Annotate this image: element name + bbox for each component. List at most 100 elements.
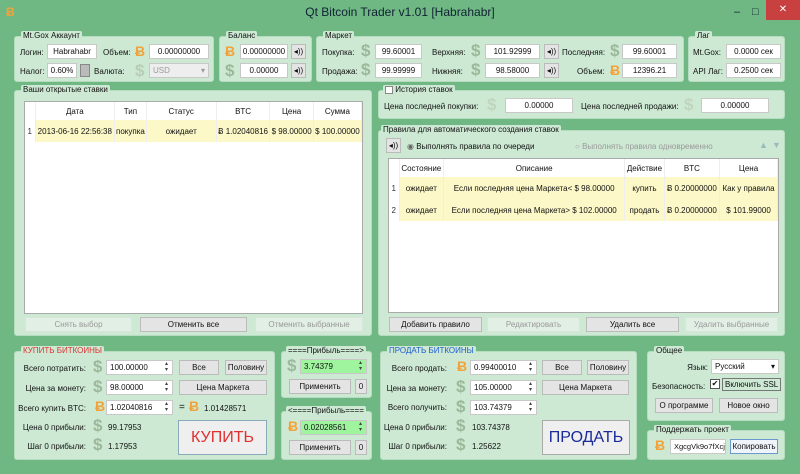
speaker-icon[interactable]: ◂)) xyxy=(291,44,306,59)
market-low-field[interactable]: 98.58000 xyxy=(485,63,540,78)
speaker-icon[interactable]: ◂)) xyxy=(544,44,559,59)
buy-market-price-button[interactable]: Цена Маркета xyxy=(179,380,267,395)
profit1-field[interactable]: 3.74379 ▴ ▾ xyxy=(300,359,367,374)
column-header[interactable]: Состояние xyxy=(399,159,445,177)
column-header[interactable]: Статус xyxy=(146,102,217,120)
sell-half-button[interactable]: Половину xyxy=(587,360,629,375)
column-header[interactable]: BTC xyxy=(664,159,721,177)
speaker-icon[interactable]: ◂)) xyxy=(544,63,559,78)
api-lag-field[interactable]: 0.2500 сек xyxy=(726,63,781,78)
history-checkbox-label[interactable]: История ставок xyxy=(383,85,455,94)
login-field[interactable]: Habrahabr xyxy=(47,44,97,59)
profit2-count-button[interactable]: 0 xyxy=(355,440,367,455)
spinner-icon[interactable]: ▴ ▾ xyxy=(162,361,171,374)
market-buy-field[interactable]: 99.60001 xyxy=(375,44,422,59)
spinner-icon[interactable]: ▴ ▾ xyxy=(356,421,365,434)
close-button[interactable]: ✕ xyxy=(766,0,800,20)
maximize-button[interactable]: □ xyxy=(752,0,759,24)
spinner-icon[interactable]: ▴ ▾ xyxy=(356,360,365,373)
copy-button[interactable]: Копировать xyxy=(730,439,778,454)
spinner-icon[interactable]: ▴ ▾ xyxy=(526,381,535,394)
buy-zero-step-label: Шаг 0 прибыли: xyxy=(27,442,86,451)
cancel-all-button[interactable]: Отменить все xyxy=(140,317,247,332)
profit2-apply-button[interactable]: Применить xyxy=(289,440,351,455)
parallel-radio[interactable]: ○ Выполнять правила одновременно xyxy=(575,142,713,151)
buy-button[interactable]: КУПИТЬ xyxy=(178,420,267,455)
sell-total-field[interactable]: 0.99400010 ▴ ▾ xyxy=(470,360,537,375)
delete-selected-rules-button[interactable]: Удалить выбранные xyxy=(685,317,778,332)
edit-rule-button[interactable]: Редактировать xyxy=(487,317,580,332)
column-header[interactable]: Описание xyxy=(443,159,626,177)
minimize-button[interactable]: – xyxy=(734,0,740,24)
ssl-label[interactable]: Включить SSL xyxy=(722,378,782,391)
profit1-count-button[interactable]: 0 xyxy=(355,379,367,394)
calculator-icon[interactable] xyxy=(80,64,90,77)
delete-all-rules-button[interactable]: Удалить все xyxy=(586,317,679,332)
move-down-icon[interactable]: ▼ xyxy=(772,140,781,150)
move-up-icon[interactable]: ▲ xyxy=(759,140,768,150)
column-header[interactable]: BTC xyxy=(216,102,271,120)
language-select[interactable]: Русский ▾ xyxy=(711,359,779,374)
sell-market-price-button[interactable]: Цена Маркета xyxy=(542,380,629,395)
buy-all-button[interactable]: Все xyxy=(179,360,219,375)
sell-button[interactable]: ПРОДАТЬ xyxy=(542,420,630,455)
sell-zero-price-label: Цена 0 прибыли: xyxy=(383,423,447,432)
order-sum: $ 100.00000 xyxy=(313,120,363,142)
last-buy-field[interactable]: 0.00000 xyxy=(505,98,573,113)
cancel-selected-button[interactable]: Отменить выбранные xyxy=(255,317,363,332)
fee-field[interactable]: 0.60% xyxy=(47,63,77,78)
column-header[interactable]: Дата xyxy=(35,102,116,120)
security-label: Безопасность: xyxy=(652,382,706,391)
buy-zero-price: 99.17953 xyxy=(108,423,142,432)
market-high-field[interactable]: 101.92999 xyxy=(485,44,540,59)
last-sell-field[interactable]: 0.00000 xyxy=(701,98,769,113)
spinner-icon[interactable]: ▴ ▾ xyxy=(162,381,171,394)
spinner-icon[interactable]: ▴ ▾ xyxy=(526,401,535,414)
add-rule-button[interactable]: Добавить правило xyxy=(389,317,482,332)
speaker-icon[interactable]: ◂)) xyxy=(386,138,401,153)
balance-group: Баланс Ƀ 0.00000000 ◂)) $ 0.00000 ◂)) xyxy=(219,31,312,82)
profit1-apply-button[interactable]: Применить xyxy=(289,379,351,394)
buy-btc-field[interactable]: 1.02040816 ▴ ▾ xyxy=(106,400,173,415)
history-checkbox[interactable] xyxy=(385,85,393,94)
mtgox-lag-field[interactable]: 0.0000 сек xyxy=(726,44,781,59)
buy-price-field[interactable]: 98.00000 ▴ ▾ xyxy=(106,380,173,395)
rule-btc: Ƀ 0.20000000 xyxy=(664,177,721,199)
sell-price-field[interactable]: 105.00000 ▴ ▾ xyxy=(470,380,537,395)
market-volume-field[interactable]: 12396.21 xyxy=(622,63,677,78)
btc-balance-field[interactable]: 0.00000000 xyxy=(240,44,288,59)
buy-half-button[interactable]: Половину xyxy=(225,360,267,375)
ssl-checkbox[interactable]: ✔ xyxy=(710,379,720,389)
column-header[interactable]: Действие xyxy=(624,159,665,177)
market-last-field[interactable]: 99.60001 xyxy=(622,44,677,59)
donation-address-field[interactable]: XgcgVk9o7fXcjc xyxy=(670,439,726,454)
table-row[interactable]: 2 ожидает Если последняя цена Маркета> $… xyxy=(389,199,778,221)
dollar-icon: $ xyxy=(487,95,497,114)
bitcoin-icon: Ƀ xyxy=(288,418,299,434)
market-sell-field[interactable]: 99.99999 xyxy=(375,63,422,78)
spinner-icon[interactable]: ▴ ▾ xyxy=(526,361,535,374)
currency-select[interactable]: USD ▾ xyxy=(149,63,209,78)
table-row[interactable]: 1 2013-06-16 22:56:38 покупка ожидает Ƀ … xyxy=(25,120,363,142)
account-volume-field[interactable]: 0.00000000 xyxy=(149,44,209,59)
column-header[interactable]: Цена xyxy=(269,102,314,120)
column-header[interactable]: Сумма xyxy=(313,102,363,120)
table-row[interactable]: 1 ожидает Если последняя цена Маркета< $… xyxy=(389,177,778,199)
new-window-button[interactable]: Новое окно xyxy=(719,398,778,413)
bitcoin-icon: Ƀ xyxy=(655,437,666,453)
about-button[interactable]: О программе xyxy=(655,398,713,413)
clear-selection-button[interactable]: Снять выбор xyxy=(25,317,132,332)
spinner-icon[interactable]: ▴ ▾ xyxy=(162,401,171,414)
profit2-field[interactable]: 0.02028561 ▴ ▾ xyxy=(300,420,367,435)
column-header[interactable]: Тип xyxy=(114,102,147,120)
sell-receive-field[interactable]: 103.74379 ▴ ▾ xyxy=(470,400,537,415)
sequential-radio[interactable]: ◉ Выполнять правила по очереди xyxy=(407,142,534,151)
speaker-icon[interactable]: ◂)) xyxy=(291,63,306,78)
buy-total-field[interactable]: 100.00000 ▴ ▾ xyxy=(106,360,173,375)
column-header[interactable]: Цена xyxy=(719,159,778,177)
sell-all-button[interactable]: Все xyxy=(542,360,582,375)
title-bar: Ƀ Qt Bitcoin Trader v1.01 [Habrahabr] – … xyxy=(0,0,800,26)
usd-balance-field[interactable]: 0.00000 xyxy=(240,63,288,78)
orders-table[interactable]: Дата Тип Статус BTC Цена Сумма 1 2013-06… xyxy=(24,101,363,314)
rules-table[interactable]: Состояние Описание Действие BTC Цена 1 о… xyxy=(388,158,779,313)
